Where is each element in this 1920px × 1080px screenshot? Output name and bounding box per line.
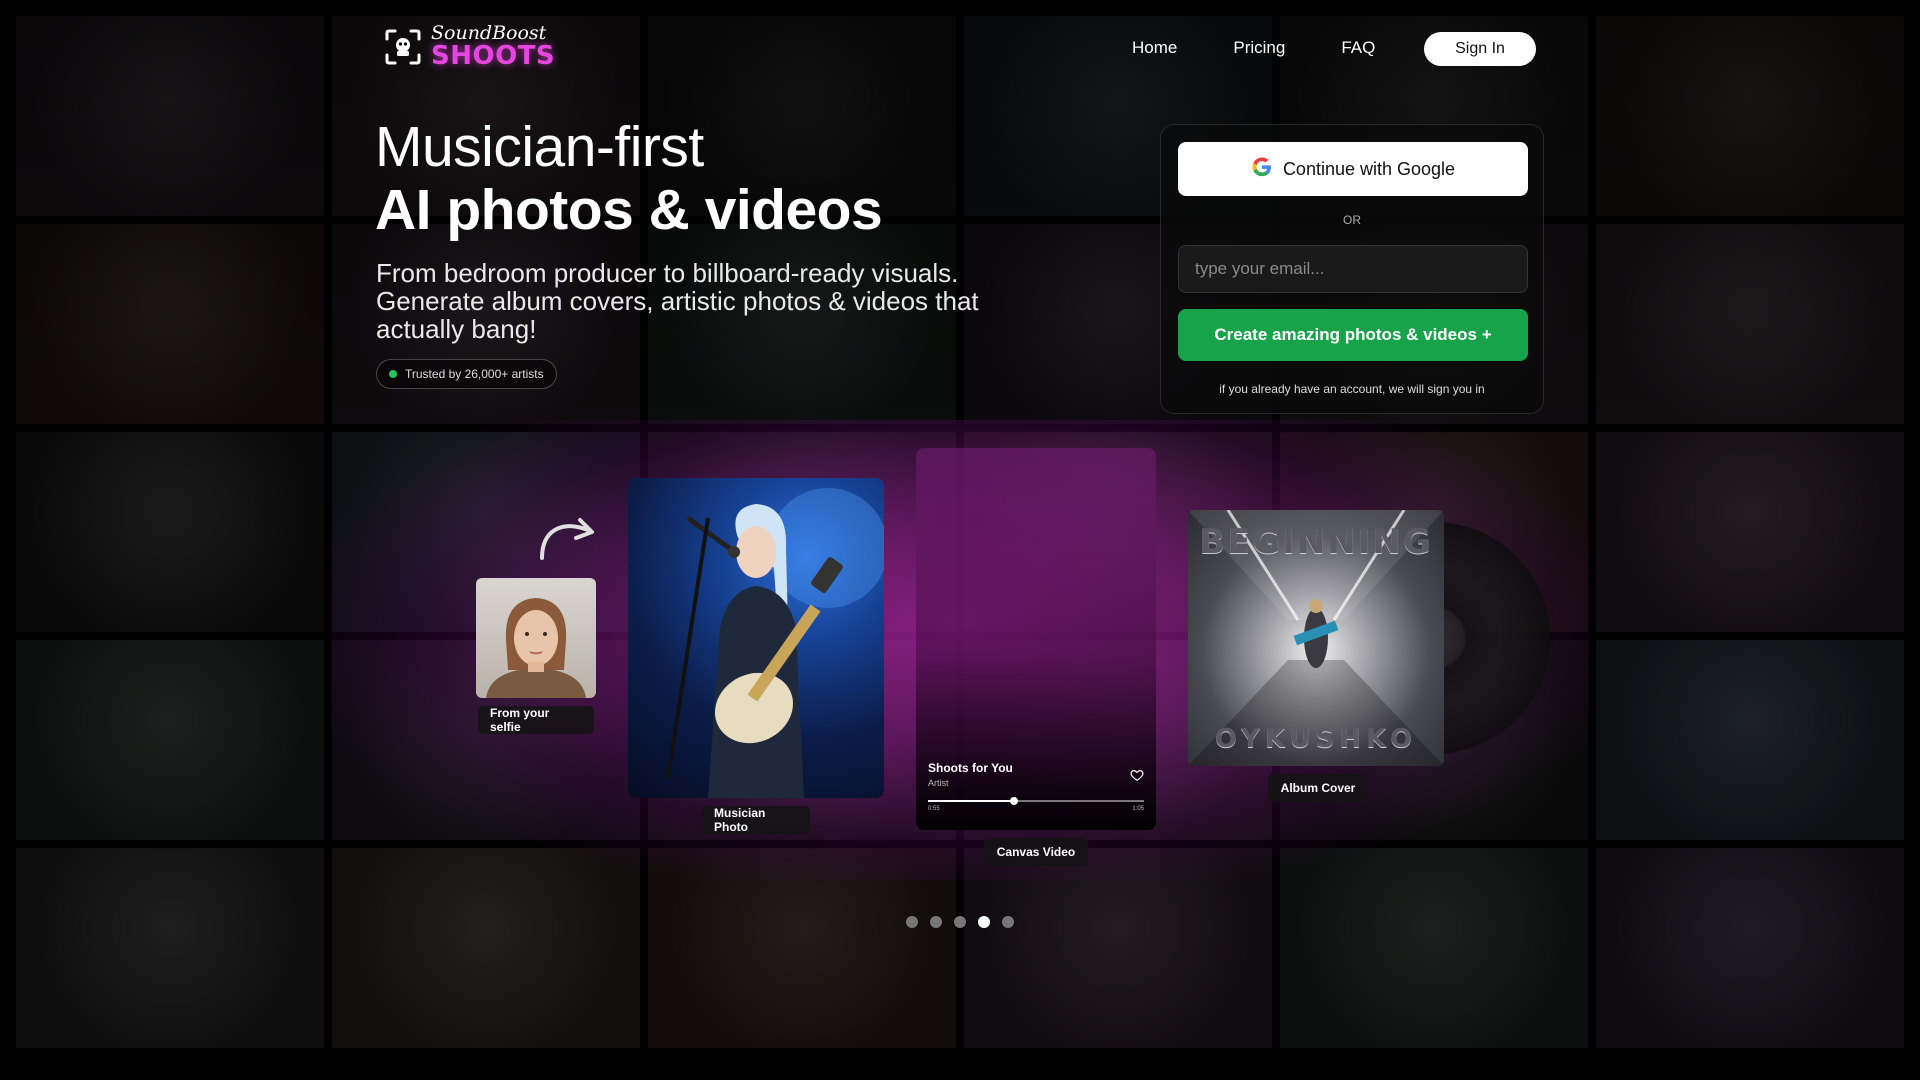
album-artist: OYKUSHKO — [1214, 724, 1418, 754]
carousel-dot[interactable] — [906, 916, 918, 928]
selfie-label: From your selfie — [478, 706, 594, 734]
background-tile — [1280, 848, 1588, 1048]
logo[interactable]: SoundBoost SHOOTS — [383, 24, 555, 69]
time-start: 0:55 — [928, 806, 940, 812]
album-cover-label: Album Cover — [1268, 774, 1368, 802]
carousel-dot[interactable] — [1002, 916, 1014, 928]
hero-subtitle: From bedroom producer to billboard-ready… — [376, 258, 979, 344]
google-button-label: Continue with Google — [1282, 158, 1456, 179]
album-cover-group[interactable]: BEGINNING OYKUSHKO — [1188, 510, 1550, 766]
hero-title: Musician-first AI photos & videos — [375, 115, 883, 242]
time-end: 1:05 — [1132, 806, 1144, 812]
carousel-dots — [906, 916, 1014, 928]
track-title: Shoots for You — [928, 761, 1013, 775]
progress-fill — [928, 800, 1015, 802]
camera-icon — [383, 27, 423, 67]
background-tile — [1596, 640, 1904, 840]
track-artist: Artist — [928, 778, 949, 788]
sign-in-button[interactable]: Sign In — [1424, 32, 1536, 66]
time-row: 0:55 1:05 — [928, 806, 1144, 812]
player-info: Shoots for You Artist 0:55 1:05 — [928, 761, 1144, 812]
background-tile — [16, 848, 324, 1048]
background-tile — [16, 224, 324, 424]
carousel-dot[interactable] — [930, 916, 942, 928]
background-tile — [1596, 848, 1904, 1048]
background-tile — [16, 432, 324, 632]
auth-card: Continue with Google OR Create amazing p… — [1160, 124, 1544, 414]
logo-wordmark-bottom: SHOOTS — [431, 41, 556, 71]
album-cover-image: BEGINNING OYKUSHKO — [1188, 510, 1444, 766]
background-tile — [1596, 16, 1904, 216]
nav-home[interactable]: Home — [1132, 38, 1177, 58]
or-divider: OR — [1343, 213, 1361, 227]
background-tile — [16, 640, 324, 840]
carousel-dot[interactable] — [954, 916, 966, 928]
carousel-dot[interactable] — [978, 916, 990, 928]
progress-knob[interactable] — [1010, 797, 1019, 805]
nav-faq[interactable]: FAQ — [1341, 38, 1375, 58]
musician-photo-label: Musician Photo — [702, 806, 810, 834]
musician-photo[interactable] — [628, 478, 884, 798]
hero-title-line1: Musician-first — [375, 115, 704, 179]
background-tile — [16, 16, 324, 216]
status-dot-icon — [389, 370, 397, 378]
album-title: BEGINNING — [1199, 522, 1433, 562]
curved-arrow-icon — [536, 508, 600, 562]
canvas-video-player[interactable]: Shoots for You Artist 0:55 1:05 — [916, 448, 1156, 830]
selfie-image — [476, 578, 596, 698]
trust-badge: Trusted by 26,000+ artists — [376, 359, 557, 389]
auth-note: if you already have an account, we will … — [1219, 382, 1485, 396]
canvas-video-label: Canvas Video — [984, 838, 1088, 866]
nav-pricing[interactable]: Pricing — [1233, 38, 1285, 58]
background-tile — [332, 848, 640, 1048]
hero-title-line2: AI photos & videos — [375, 178, 883, 242]
google-icon — [1251, 156, 1273, 183]
email-input[interactable] — [1178, 245, 1528, 293]
background-tile — [1596, 432, 1904, 632]
background-tile — [1596, 224, 1904, 424]
background-tile — [964, 848, 1272, 1048]
background-tile — [648, 848, 956, 1048]
main-nav: Home Pricing FAQ — [1132, 38, 1375, 58]
progress-bar[interactable] — [928, 797, 1144, 805]
create-button[interactable]: Create amazing photos & videos + — [1178, 309, 1528, 361]
continue-with-google-button[interactable]: Continue with Google — [1178, 142, 1528, 196]
trust-text: Trusted by 26,000+ artists — [405, 367, 544, 381]
